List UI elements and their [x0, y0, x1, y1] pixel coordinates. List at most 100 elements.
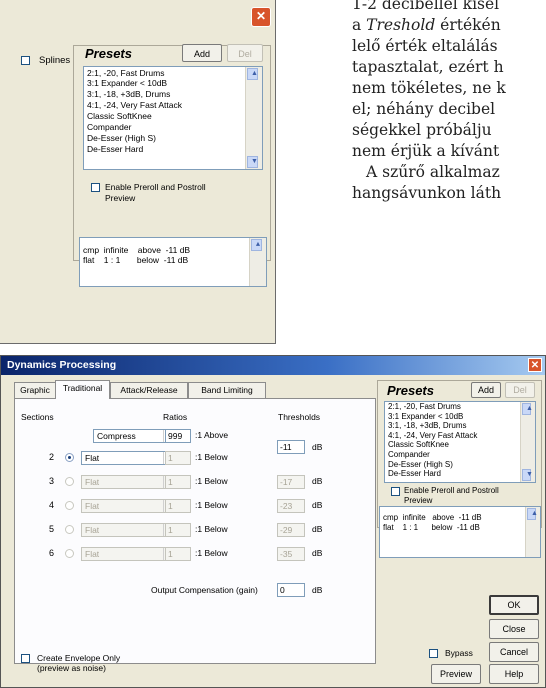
presets-list[interactable]: 2:1, -20, Fast Drums 3:1 Expander < 10dB… — [83, 66, 263, 170]
section-5-radio[interactable] — [65, 525, 74, 534]
article-line: lelő érték eltalálás — [352, 37, 498, 55]
db-label: dB — [312, 476, 323, 486]
ratio-2-input[interactable]: 1 — [165, 451, 191, 465]
threshold-6-input[interactable]: -35 — [277, 547, 305, 561]
ratio-6-suffix: :1 Below — [195, 548, 228, 558]
list-item[interactable]: Compander — [385, 450, 535, 460]
db-label: dB — [312, 500, 323, 510]
section-4-mode-select[interactable]: Flat▼ — [81, 499, 177, 513]
close-icon[interactable]: ✕ — [251, 7, 271, 27]
list-item[interactable]: 3:1 Expander < 10dB — [84, 78, 262, 89]
ratio-6-input[interactable]: 1 — [165, 547, 191, 561]
delete-preset-button[interactable]: Del — [227, 44, 263, 62]
scroll-up-icon[interactable]: ▲ — [527, 508, 538, 520]
tab-attack-release[interactable]: Attack/Release — [110, 382, 188, 398]
add-preset-button[interactable]: Add — [471, 382, 501, 398]
article-line: tapasztalat, ezért h — [352, 58, 504, 76]
scroll-up-icon[interactable]: ▲ — [522, 403, 533, 415]
tab-graphic[interactable]: Graphic — [14, 382, 56, 398]
presets-scrollbar[interactable]: ▲ ▼ — [245, 67, 262, 169]
list-item[interactable]: De-Esser Hard — [385, 469, 535, 479]
list-item[interactable]: 4:1, -24, Very Fast Attack — [84, 100, 262, 111]
ratio-1-input[interactable]: 999 — [165, 429, 191, 443]
ratios-label: Ratios — [163, 412, 188, 422]
sections-label: Sections — [21, 412, 54, 422]
preroll-checkbox[interactable] — [391, 487, 400, 496]
info-line: cmp infinite above -11 dB — [383, 513, 482, 522]
bypass-checkbox[interactable] — [429, 649, 438, 658]
add-preset-button[interactable]: Add — [182, 44, 222, 62]
scroll-up-icon[interactable]: ▲ — [247, 68, 258, 80]
close-button[interactable]: Close — [489, 619, 539, 639]
output-compensation-input[interactable]: 0 — [277, 583, 305, 597]
section-6-number: 6 — [49, 548, 55, 558]
threshold-3-input[interactable]: -17 — [277, 475, 305, 489]
article-line: ségekkel próbálju — [352, 121, 492, 139]
create-envelope-label: Create Envelope Only — [37, 653, 121, 663]
list-item[interactable]: 3:1, -18, +3dB, Drums — [84, 89, 262, 100]
create-envelope-checkbox[interactable] — [21, 654, 30, 663]
preroll-checkbox[interactable] — [91, 183, 100, 192]
section-3-mode-select[interactable]: Flat▼ — [81, 475, 177, 489]
section-3-radio[interactable] — [65, 477, 74, 486]
presets-list[interactable]: 2:1, -20, Fast Drums 3:1 Expander < 10dB… — [384, 401, 536, 483]
list-item[interactable]: De-Esser (High S) — [385, 460, 535, 470]
preroll-label-2: Preview — [404, 496, 433, 505]
info-line: flat 1 : 1 below -11 dB — [83, 255, 189, 265]
section-6-mode-select[interactable]: Flat▼ — [81, 547, 177, 561]
presets-scrollbar[interactable]: ▲ ▼ — [520, 402, 535, 482]
ratio-3-input[interactable]: 1 — [165, 475, 191, 489]
db-label: dB — [312, 442, 323, 452]
list-item[interactable]: Classic SoftKnee — [84, 111, 262, 122]
traditional-panel: Sections Ratios Thresholds Compress▼ 999… — [14, 398, 376, 664]
dialog-title: Dynamics Processing — [7, 359, 117, 371]
section-2-mode-select[interactable]: Flat▼ — [81, 451, 177, 465]
delete-preset-button[interactable]: Del — [505, 382, 535, 398]
preroll-label-2: Preview — [105, 193, 136, 203]
article-line: nem érjük a kívánt — [352, 142, 500, 160]
splines-checkbox[interactable] — [21, 56, 30, 65]
threshold-4-input[interactable]: -23 — [277, 499, 305, 513]
thresholds-label: Thresholds — [278, 412, 321, 422]
section-2-radio[interactable] — [65, 453, 74, 462]
section-6-radio[interactable] — [65, 549, 74, 558]
list-item[interactable]: Classic SoftKnee — [385, 440, 535, 450]
info-box: cmp infinite above -11 dB flat 1 : 1 bel… — [79, 237, 267, 287]
section-2-number: 2 — [49, 452, 55, 462]
db-label: dB — [312, 548, 323, 558]
list-item[interactable]: De-Esser Hard — [84, 144, 262, 155]
section-5-mode-select[interactable]: Flat▼ — [81, 523, 177, 537]
close-icon[interactable]: ✕ — [528, 358, 542, 372]
list-item[interactable]: 4:1, -24, Very Fast Attack — [385, 431, 535, 441]
preview-button[interactable]: Preview — [431, 664, 481, 684]
list-item[interactable]: Compander — [84, 122, 262, 133]
dynamics-processing-dialog: Dynamics Processing ✕ Graphic Traditiona… — [0, 355, 546, 688]
title-bar[interactable]: Dynamics Processing ✕ — [1, 356, 545, 375]
help-button[interactable]: Help — [489, 664, 539, 684]
threshold-5-input[interactable]: -29 — [277, 523, 305, 537]
ratio-4-input[interactable]: 1 — [165, 499, 191, 513]
preroll-label: Enable Preroll and Postroll — [105, 182, 206, 192]
section-4-radio[interactable] — [65, 501, 74, 510]
list-item[interactable]: 2:1, -20, Fast Drums — [385, 402, 535, 412]
scroll-down-icon[interactable]: ▼ — [522, 469, 533, 481]
info-scrollbar[interactable]: ▲ — [249, 238, 266, 286]
article-line: A szűrő alkalmaz — [366, 163, 500, 181]
cancel-button[interactable]: Cancel — [489, 642, 539, 662]
threshold-1-input[interactable]: -11 — [277, 440, 305, 454]
tab-band-limiting[interactable]: Band Limiting — [188, 382, 266, 398]
ok-button[interactable]: OK — [489, 595, 539, 615]
preroll-label: Enable Preroll and Postroll — [404, 486, 499, 495]
list-item[interactable]: 3:1, -18, +3dB, Drums — [385, 421, 535, 431]
scroll-up-icon[interactable]: ▲ — [251, 239, 262, 251]
list-item[interactable]: 2:1, -20, Fast Drums — [84, 67, 262, 78]
info-box: cmp infinite above -11 dB flat 1 : 1 bel… — [379, 506, 541, 558]
list-item[interactable]: De-Esser (High S) — [84, 133, 262, 144]
ratio-5-input[interactable]: 1 — [165, 523, 191, 537]
tab-traditional[interactable]: Traditional — [55, 380, 110, 399]
info-scrollbar[interactable]: ▲ — [525, 507, 540, 557]
back-dialog: ✕ Splines Presets Add Del 2:1, -20, Fast… — [0, 0, 276, 344]
ratio-1-suffix: :1 Above — [195, 430, 229, 440]
list-item[interactable]: 3:1 Expander < 10dB — [385, 412, 535, 422]
scroll-down-icon[interactable]: ▼ — [247, 156, 258, 168]
